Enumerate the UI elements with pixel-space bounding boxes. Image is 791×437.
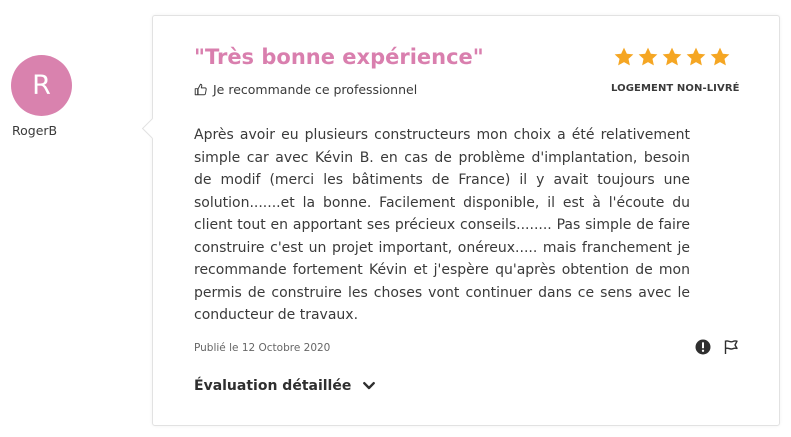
reviewer-name: RogerB	[12, 123, 58, 138]
detailed-evaluation-toggle[interactable]: Évaluation détaillée	[194, 378, 376, 394]
published-date: Publié le 12 Octobre 2020	[194, 342, 331, 354]
flag-icon[interactable]	[723, 339, 741, 357]
avatar-initial: R	[32, 70, 51, 101]
star-icon	[710, 47, 730, 66]
chevron-down-icon	[363, 381, 376, 391]
star-rating	[613, 46, 731, 68]
housing-status: LOGEMENT NON-LIVRÉ	[611, 83, 740, 94]
recommend-label: Je recommande ce professionnel	[213, 82, 418, 97]
review-card: "Très bonne expérience" Je recommande ce…	[141, 15, 780, 426]
star-icon	[662, 47, 682, 66]
detailed-evaluation-label: Évaluation détaillée	[194, 378, 352, 394]
review-body: Après avoir eu plusieurs constructeurs m…	[194, 127, 690, 323]
review-title: "Très bonne expérience"	[194, 45, 484, 69]
exclamation-circle-icon[interactable]	[695, 339, 713, 357]
avatar: R	[11, 55, 72, 116]
star-icon	[638, 47, 658, 66]
star-icon	[614, 47, 634, 66]
recommendation: Je recommande ce professionnel	[194, 82, 417, 97]
star-icon	[686, 47, 706, 66]
thumbs-up-icon	[194, 83, 207, 96]
review-actions	[695, 339, 741, 357]
card-pointer	[141, 117, 164, 140]
